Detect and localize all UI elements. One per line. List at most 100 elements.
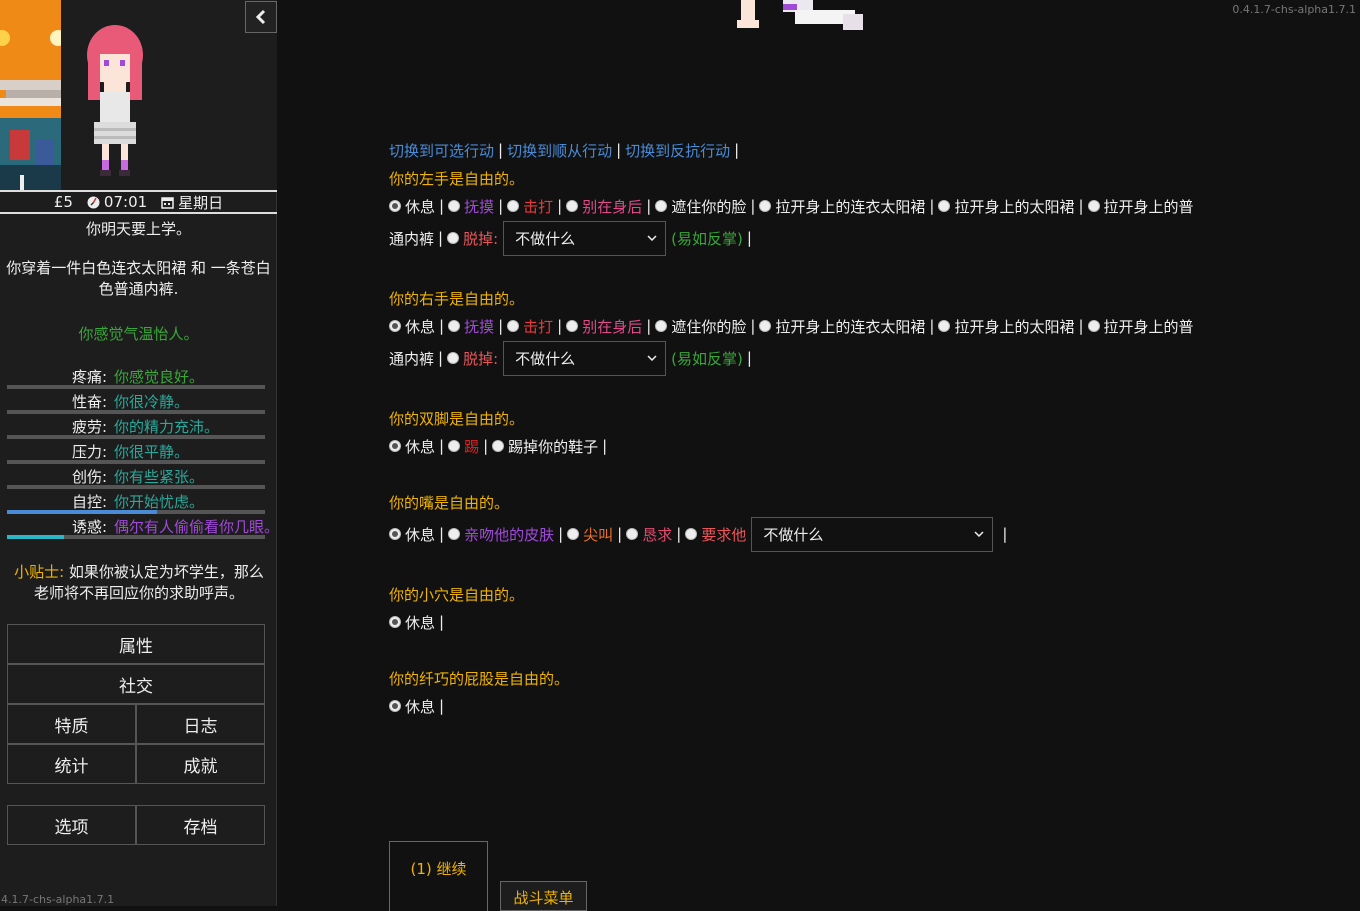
right-strip-select[interactable]: 不做什么 bbox=[503, 340, 667, 376]
day-value: 星期日 bbox=[178, 193, 224, 212]
stat-row: 疼痛: 你感觉良好。 bbox=[7, 364, 265, 389]
stat-value: 你很冷静。 bbox=[114, 393, 190, 411]
butt-options: 休息 | bbox=[389, 692, 1269, 720]
portrait-area bbox=[0, 0, 277, 190]
version-label: 4.1.7-chs-alpha1.7.1 bbox=[1, 893, 115, 906]
left-strip-select[interactable]: 不做什么 bbox=[503, 220, 667, 256]
time-display: 07:01 bbox=[87, 193, 147, 211]
stat-label: 自控: bbox=[71, 493, 107, 511]
mouth-beg-option[interactable]: 恳求 bbox=[626, 524, 672, 545]
stat-bar bbox=[7, 535, 265, 539]
battle-menu-button[interactable]: 战斗菜单 bbox=[500, 881, 587, 911]
feet-kick-option[interactable]: 踢 bbox=[448, 436, 479, 457]
right-pull-sundress-option[interactable]: 拉开身上的太阳裙 bbox=[938, 316, 1074, 337]
stat-value: 你的精力充沛。 bbox=[114, 418, 220, 436]
left-pull-underwear-option[interactable]: 拉开身上的普 bbox=[1087, 196, 1194, 217]
status-bar: £5 07:01 星期日 bbox=[0, 190, 277, 214]
right-cover-face-option[interactable]: 遮住你的脸 bbox=[655, 316, 746, 337]
left-cover-face-option[interactable]: 遮住你的脸 bbox=[655, 196, 746, 217]
attributes-button[interactable]: 属性 bbox=[7, 624, 265, 664]
feet-rest-option[interactable]: 休息 bbox=[389, 436, 435, 457]
right-hand-options-2: 通内裤 | 脱掉: 不做什么 (易如反掌) | bbox=[389, 340, 1269, 376]
left-rest-option[interactable]: 休息 bbox=[389, 196, 435, 217]
calendar-icon bbox=[161, 196, 174, 209]
switch-submissive-link[interactable]: 切换到顺从行动 bbox=[507, 140, 612, 161]
statistics-button[interactable]: 统计 bbox=[7, 744, 136, 784]
vagina-heading: 你的小穴是自由的。 bbox=[389, 585, 525, 604]
money-value: £5 bbox=[53, 193, 73, 211]
right-hand-heading: 你的右手是自由的。 bbox=[389, 289, 525, 308]
stat-label: 诱惑: bbox=[71, 518, 107, 536]
right-stroke-option[interactable]: 抚摸 bbox=[448, 316, 494, 337]
feet-options: 休息 | 踢 | 踢掉你的鞋子 | bbox=[389, 432, 1269, 460]
tip-text: 如果你被认定为坏学生，那么老师将不再回应你的求助呼声。 bbox=[33, 563, 264, 602]
left-hand-options: 休息 | 抚摸 | 击打 | 别在身后 | 遮住你的脸 | 拉开身上的连衣太阳裙 | 拉开身… bbox=[389, 192, 1269, 220]
combat-actions: 切换到可选行动 | 切换到顺从行动 | 切换到反抗行动 | 你的左手是自由的。 休息 |… bbox=[389, 136, 1269, 720]
options-button[interactable]: 选项 bbox=[7, 805, 136, 845]
stat-label: 疲劳: bbox=[71, 418, 107, 436]
main-content: 0.4.1.7-chs-alpha1.7.1 切换到可选行动 | 切换到顺从行动 |… bbox=[278, 0, 1360, 911]
money-display: £5 bbox=[54, 193, 73, 211]
right-rest-option[interactable]: 休息 bbox=[389, 316, 435, 337]
butt-heading: 你的纤巧的屁股是自由的。 bbox=[389, 669, 570, 688]
collapse-sidebar-button[interactable] bbox=[245, 1, 277, 33]
vagina-options: 休息 | bbox=[389, 608, 1269, 636]
right-behind-back-option[interactable]: 别在身后 bbox=[566, 316, 642, 337]
chevron-down-icon bbox=[974, 531, 984, 537]
mouth-demand-option[interactable]: 要求他 bbox=[685, 524, 746, 545]
left-pull-dress-option[interactable]: 拉开身上的连衣太阳裙 bbox=[759, 196, 925, 217]
stat-label: 压力: bbox=[71, 443, 107, 461]
vagina-rest-option[interactable]: 休息 bbox=[389, 612, 435, 633]
stat-row: 压力: 你很平静。 bbox=[7, 439, 265, 464]
time-value: 07:01 bbox=[103, 193, 148, 211]
stat-label: 创伤: bbox=[71, 468, 107, 486]
social-button[interactable]: 社交 bbox=[7, 664, 265, 704]
mouth-heading: 你的嘴是自由的。 bbox=[389, 493, 510, 512]
achievements-button[interactable]: 成就 bbox=[136, 744, 265, 784]
temperature-mood: 你感觉气温怡人。 bbox=[78, 325, 199, 343]
left-behind-back-option[interactable]: 别在身后 bbox=[566, 196, 642, 217]
stat-value: 你很平静。 bbox=[114, 443, 190, 461]
left-strip-hint: (易如反掌) bbox=[671, 229, 743, 248]
tip-label: 小贴士: bbox=[14, 563, 65, 581]
right-strip-option[interactable]: 脱掉: bbox=[447, 348, 498, 369]
left-hit-option[interactable]: 击打 bbox=[507, 196, 553, 217]
stat-row: 诱惑: 偶尔有人偷偷看你几眼。 bbox=[7, 514, 279, 539]
left-hand-heading: 你的左手是自由的。 bbox=[389, 169, 525, 188]
switch-optional-link[interactable]: 切换到可选行动 bbox=[389, 140, 494, 161]
journal-button[interactable]: 日志 bbox=[136, 704, 265, 744]
switch-defiant-link[interactable]: 切换到反抗行动 bbox=[625, 140, 730, 161]
left-hand-options-2: 通内裤 | 脱掉: 不做什么 (易如反掌) | bbox=[389, 220, 1269, 256]
left-underwear-continued: 通内裤 bbox=[389, 229, 435, 248]
stat-row: 创伤: 你有些紧张。 bbox=[7, 464, 265, 489]
chevron-down-icon bbox=[647, 355, 657, 361]
left-stroke-option[interactable]: 抚摸 bbox=[448, 196, 494, 217]
left-strip-option[interactable]: 脱掉: bbox=[447, 228, 498, 249]
right-pull-dress-option[interactable]: 拉开身上的连衣太阳裙 bbox=[759, 316, 925, 337]
stat-row: 自控: 你开始忧虑。 bbox=[7, 489, 265, 514]
tip-box: 小贴士: 如果你被认定为坏学生，那么老师将不再回应你的求助呼声。 bbox=[8, 562, 270, 604]
right-underwear-continued: 通内裤 bbox=[389, 349, 435, 368]
butt-rest-option[interactable]: 休息 bbox=[389, 696, 435, 717]
right-pull-underwear-option[interactable]: 拉开身上的普 bbox=[1087, 316, 1194, 337]
mouth-demand-select[interactable]: 不做什么 bbox=[751, 516, 994, 552]
stat-label: 疼痛: bbox=[71, 368, 107, 386]
feet-kick-shoes-option[interactable]: 踢掉你的鞋子 bbox=[492, 436, 598, 457]
stat-value: 你有些紧张。 bbox=[114, 468, 205, 486]
right-hit-option[interactable]: 击打 bbox=[507, 316, 553, 337]
stat-row: 疲劳: 你的精力充沛。 bbox=[7, 414, 265, 439]
mouth-rest-option[interactable]: 休息 bbox=[389, 524, 435, 545]
clothing-description: 你穿着一件白色连衣太阳裙 和 一条苍白色普通内裤. bbox=[6, 259, 271, 298]
saves-button[interactable]: 存档 bbox=[136, 805, 265, 845]
mouth-scream-option[interactable]: 尖叫 bbox=[567, 524, 613, 545]
mouth-options: 休息 | 亲吻他的皮肤 | 尖叫 | 恳求 | 要求他 不做什么 | bbox=[389, 516, 1269, 552]
scene-image bbox=[0, 0, 61, 190]
stat-value: 你开始忧虑。 bbox=[114, 493, 205, 511]
left-pull-sundress-option[interactable]: 拉开身上的太阳裙 bbox=[938, 196, 1074, 217]
mouth-kiss-option[interactable]: 亲吻他的皮肤 bbox=[448, 524, 554, 545]
traits-button[interactable]: 特质 bbox=[7, 704, 136, 744]
character-sprite bbox=[80, 20, 150, 185]
right-hand-options: 休息 | 抚摸 | 击打 | 别在身后 | 遮住你的脸 | 拉开身上的连衣太阳裙 | 拉开身… bbox=[389, 312, 1269, 340]
sidebar: £5 07:01 星期日 你明天要上学。 你穿着一件白色连衣太阳裙 和 一条苍白… bbox=[0, 0, 279, 906]
continue-tab[interactable]: (1) 继续 bbox=[389, 841, 488, 911]
